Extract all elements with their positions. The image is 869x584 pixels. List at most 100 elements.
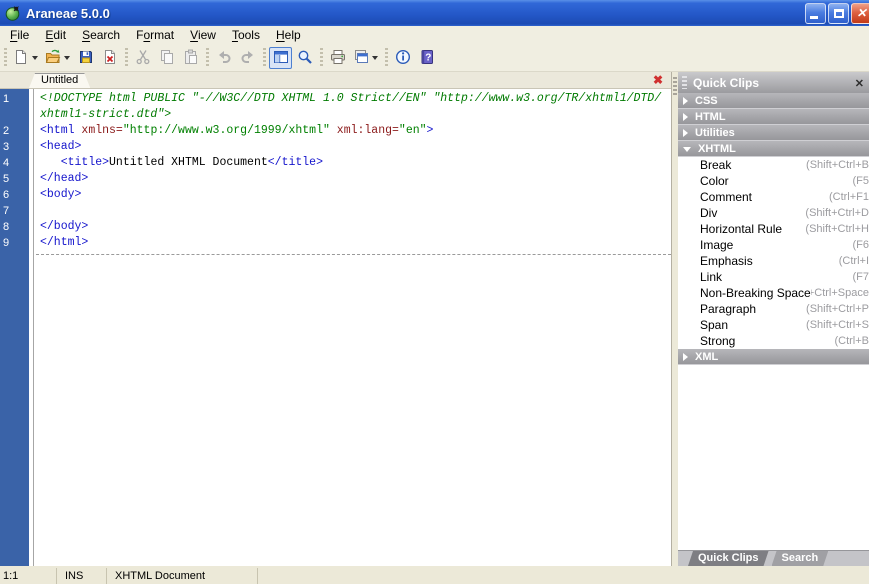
toolbar-grip-icon: [385, 48, 388, 68]
clip-shortcut: (Ctrl+B: [834, 335, 869, 347]
code-line: 5 </head>: [0, 171, 671, 187]
toolbar-group: [269, 47, 316, 69]
chevron-right-icon: [683, 112, 688, 121]
code-text: <html xmlns="http://www.w3.org/1999/xhtm…: [40, 124, 434, 137]
clip-item-emphasis[interactable]: Emphasis (Ctrl+I: [678, 253, 869, 269]
magnifier-icon: [297, 49, 313, 68]
clip-item-link[interactable]: Link (F7: [678, 269, 869, 285]
clip-item-span[interactable]: Span (Shift+Ctrl+S: [678, 317, 869, 333]
panel-drag-grip-icon[interactable]: [682, 76, 687, 89]
code-line: 1 <!DOCTYPE html PUBLIC "-//W3C//DTD XHTM…: [0, 91, 671, 107]
statusbar: 1:1 INS XHTML Document: [0, 566, 869, 584]
clip-shortcut: (Shift+Ctrl+H: [805, 223, 869, 235]
clips-list: CSS HTML Utilities XHTML Break (Shift+Ctrl+B C…: [678, 93, 869, 550]
svg-text:?: ?: [425, 52, 431, 63]
app-icon: [5, 5, 21, 21]
dropdown-caret-icon[interactable]: [32, 56, 38, 60]
print-button[interactable]: [326, 47, 349, 69]
code-text: xhtml1-strict.dtd">: [40, 108, 172, 121]
minimize-button[interactable]: [805, 3, 826, 24]
dropdown-caret-icon[interactable]: [64, 56, 70, 60]
info-button[interactable]: [391, 47, 414, 69]
section-utilities[interactable]: Utilities: [678, 125, 869, 141]
panel-tab-quick-clips[interactable]: Quick Clips: [688, 551, 769, 566]
undo-button: [212, 47, 235, 69]
zoom-button[interactable]: [293, 47, 316, 69]
redo-icon: [240, 49, 256, 68]
new-button[interactable]: [10, 47, 41, 69]
close-tab-icon[interactable]: [653, 73, 663, 87]
section-css[interactable]: CSS: [678, 93, 869, 109]
section-xml[interactable]: XML: [678, 349, 869, 365]
close-button[interactable]: [851, 3, 869, 24]
menu-tools[interactable]: Tools: [224, 26, 268, 45]
line-number: [0, 107, 29, 123]
menu-edit[interactable]: Edit: [37, 26, 74, 45]
clip-shortcut: (Ctrl+F1: [828, 191, 869, 203]
clip-label: Emphasis: [700, 254, 753, 268]
menu-format[interactable]: Format: [128, 26, 182, 45]
code-line: 6 <body>: [0, 187, 671, 203]
clip-item-comment[interactable]: Comment (Ctrl+F1: [678, 189, 869, 205]
panel-close-icon[interactable]: [855, 76, 864, 90]
clip-item-break[interactable]: Break (Shift+Ctrl+B: [678, 157, 869, 173]
titlebar[interactable]: Araneae 5.0.0: [0, 0, 869, 26]
panel-splitter[interactable]: [671, 72, 678, 566]
section-html[interactable]: HTML: [678, 109, 869, 125]
quick-clips-panel: Quick Clips CSS HTML Utilities XHTML Break (S…: [678, 72, 869, 566]
clip-shortcut: (Shift+Ctrl+D: [805, 207, 869, 219]
save-button[interactable]: [74, 47, 97, 69]
status-insert-mode: INS: [57, 568, 107, 584]
toggle-panel-button[interactable]: [269, 47, 292, 69]
code-text: </body>: [40, 220, 89, 233]
code-text: <body>: [40, 188, 82, 201]
clip-shortcut: (F7: [852, 271, 869, 283]
menu-search[interactable]: Search: [74, 26, 128, 45]
clip-item-horizontal-rule[interactable]: Horizontal Rule (Shift+Ctrl+H: [678, 221, 869, 237]
menu-help[interactable]: Help: [268, 26, 309, 45]
clip-item-image[interactable]: Image (F6: [678, 237, 869, 253]
code-line: 7: [0, 203, 671, 219]
clip-shortcut: (Shift+Ctrl+S: [806, 319, 869, 331]
info-icon: [395, 49, 411, 68]
clip-label: Span: [700, 318, 729, 332]
code-line: 8 </body>: [0, 219, 671, 235]
clip-item-paragraph[interactable]: Paragraph (Shift+Ctrl+P: [678, 301, 869, 317]
toolbar-group: [131, 47, 202, 69]
clip-item-color[interactable]: Color (F5: [678, 173, 869, 189]
tab-untitled[interactable]: Untitled: [29, 73, 90, 88]
help-button[interactable]: ?: [415, 47, 438, 69]
browser-preview-icon: [353, 49, 369, 68]
tabbar: Untitled: [0, 72, 671, 89]
close-document-button[interactable]: [98, 47, 121, 69]
code-line: 3 <head>: [0, 139, 671, 155]
print-icon: [330, 49, 346, 68]
toolbar-grip-icon: [125, 48, 128, 68]
panel-header[interactable]: Quick Clips: [678, 72, 869, 93]
maximize-button[interactable]: [828, 3, 849, 24]
toolbar-group: ?: [391, 47, 438, 69]
code-editor[interactable]: 1 <!DOCTYPE html PUBLIC "-//W3C//DTD XHTM…: [0, 89, 671, 566]
dropdown-caret-icon[interactable]: [372, 56, 378, 60]
line-number: 6: [3, 189, 10, 201]
menu-view[interactable]: View: [182, 26, 224, 45]
section-xhtml[interactable]: XHTML: [678, 141, 869, 157]
paste-button: [179, 47, 202, 69]
close-document-icon: [102, 49, 118, 68]
open-button[interactable]: [42, 47, 73, 69]
window-title: Araneae 5.0.0: [26, 5, 110, 21]
browser-preview-button[interactable]: [350, 47, 381, 69]
clip-item-div[interactable]: Div (Shift+Ctrl+D: [678, 205, 869, 221]
app-window: Araneae 5.0.0 File Edit Search Format View To…: [0, 0, 869, 584]
status-cursor-position: 1:1: [0, 568, 57, 584]
tab-label: Untitled: [41, 74, 79, 86]
status-empty: [258, 568, 869, 584]
toolbar-group: [10, 47, 121, 69]
line-number: 4: [3, 157, 10, 169]
panel-tab-search[interactable]: Search: [772, 551, 829, 566]
clip-item-non-breaking-space[interactable]: Non-Breaking Space(Shift+Ctrl+Space: [678, 285, 869, 301]
menu-file[interactable]: File: [2, 26, 37, 45]
clip-item-strong[interactable]: Strong (Ctrl+B: [678, 333, 869, 349]
clip-shortcut: (Shift+Ctrl+Space: [810, 287, 869, 299]
code-line: 2 <html xmlns="http://www.w3.org/1999/xht…: [0, 123, 671, 139]
